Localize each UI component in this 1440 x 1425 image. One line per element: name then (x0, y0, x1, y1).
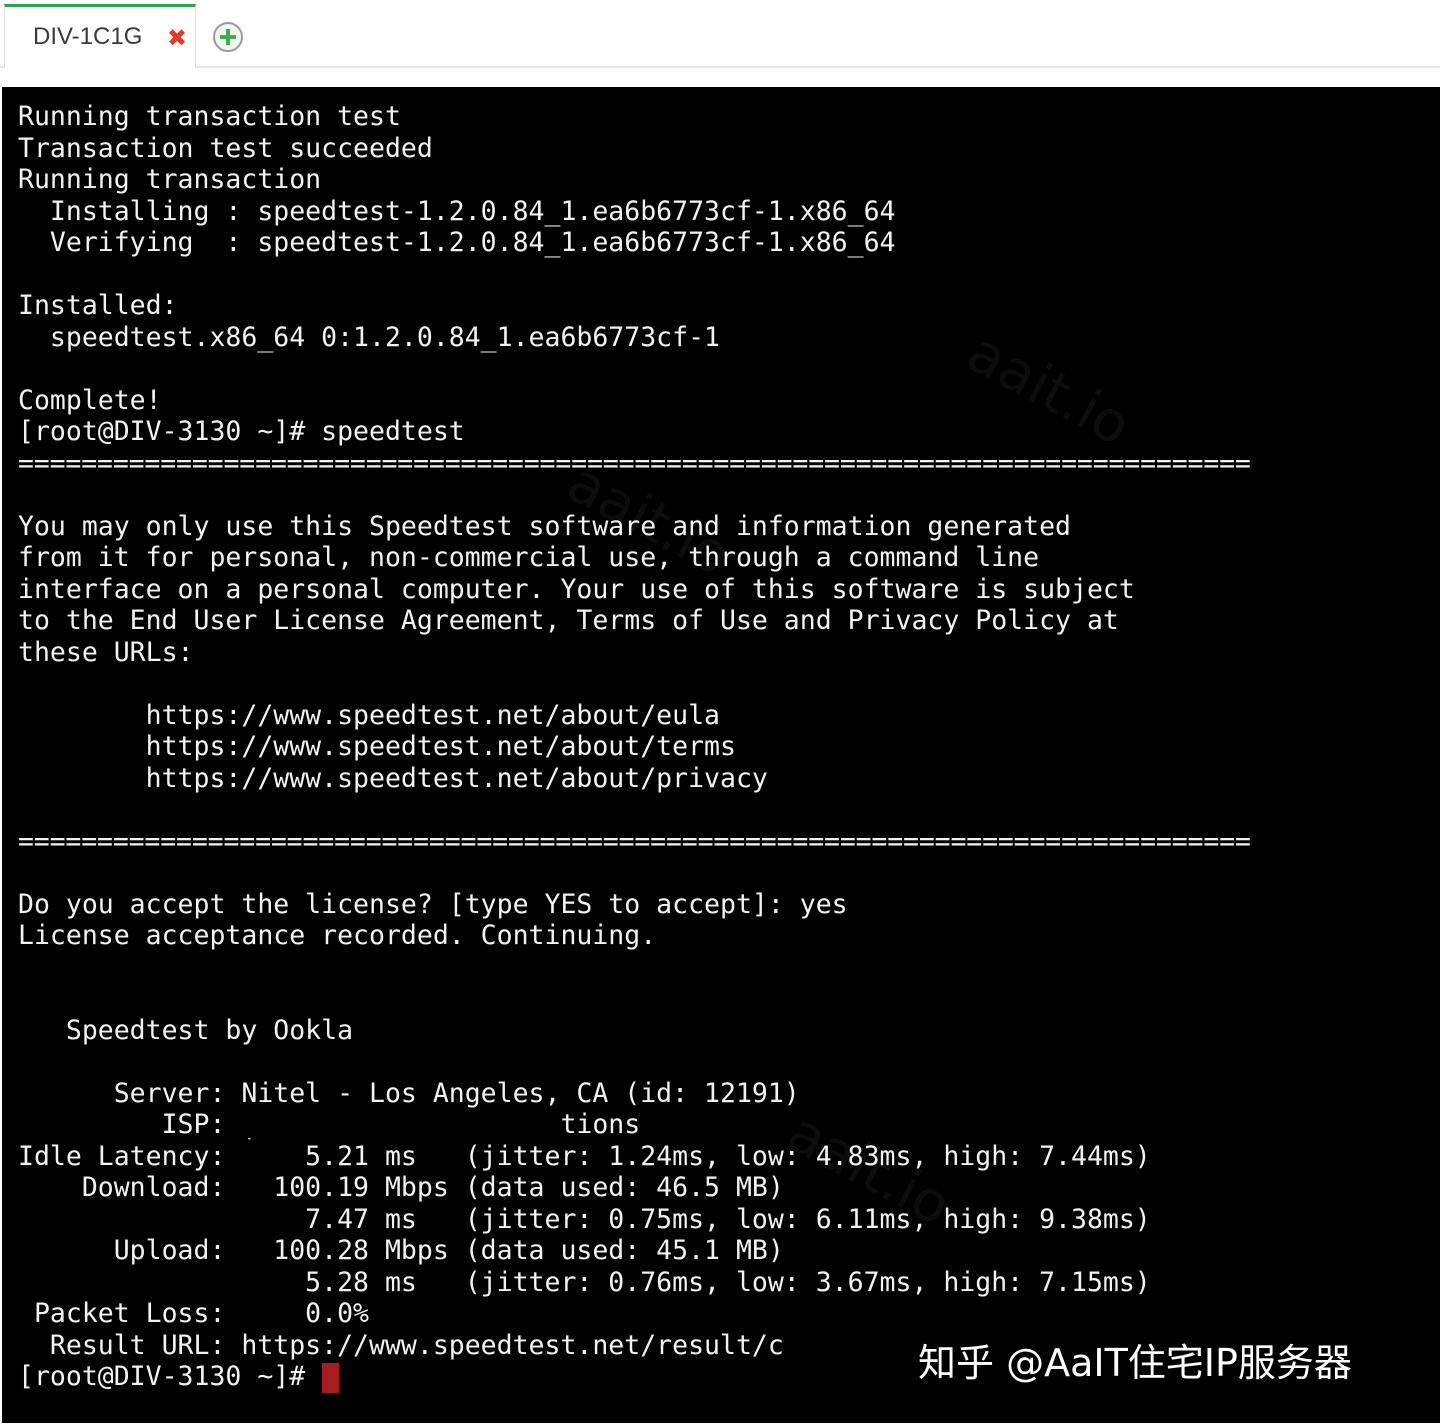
terminal-line: https://www.speedtest.net/about/eula (18, 700, 720, 731)
tab-div-1c1g[interactable]: DIV-1C1G ✖ (4, 4, 196, 68)
terminal-line: [root@DIV-3130 ~]# (18, 1361, 322, 1392)
watermark: aait.io (956, 320, 1141, 459)
terminal-line: Speedtest by Ookla (18, 1015, 354, 1046)
tab-bar: DIV-1C1G ✖ (0, 0, 1440, 68)
terminal-cursor (322, 1363, 339, 1393)
terminal-line: to the End User License Agreement, Terms… (18, 605, 1119, 636)
terminal-line: https://www.speedtest.net/about/privacy (18, 763, 768, 794)
terminal-line: License acceptance recorded. Continuing. (18, 920, 657, 951)
terminal-line: Installing : speedtest-1.2.0.84_1.ea6b67… (18, 196, 896, 227)
terminal-line: Do you accept the license? [type YES to … (18, 889, 848, 920)
terminal-line: from it for personal, non-commercial use… (18, 542, 1040, 573)
terminal-window[interactable]: aait.io aait.io aait.io Running transact… (2, 87, 1440, 1423)
terminal-line: Installed: (18, 290, 178, 321)
terminal-line: 7.47 ms (jitter: 0.75ms, low: 6.11ms, hi… (18, 1204, 1151, 1235)
terminal-line: Result URL: https://www.speedtest.net/re… (18, 1330, 784, 1361)
terminal-line: Download: 100.19 Mbps (data used: 46.5 M… (18, 1172, 784, 1203)
close-icon[interactable]: ✖ (165, 23, 189, 53)
terminal-line: speedtest.x86_64 0:1.2.0.84_1.ea6b6773cf… (18, 322, 720, 353)
terminal-line: ========================================… (18, 826, 1251, 857)
terminal-line: Transaction test succeeded (18, 133, 433, 164)
terminal-line: You may only use this Speedtest software… (18, 511, 1071, 542)
terminal-line: 5.28 ms (jitter: 0.76ms, low: 3.67ms, hi… (18, 1267, 1151, 1298)
terminal-line: Upload: 100.28 Mbps (data used: 45.1 MB) (18, 1235, 784, 1266)
terminal-line: Idle Latency: 5.21 ms (jitter: 1.24ms, l… (18, 1141, 1151, 1172)
plus-circle-icon[interactable] (211, 20, 245, 54)
terminal-line: https://www.speedtest.net/about/terms (18, 731, 736, 762)
terminal-line: ========================================… (18, 448, 1251, 479)
terminal-line: these URLs: (18, 637, 194, 668)
terminal-line: Running transaction test (18, 101, 401, 132)
terminal-line: Complete! (18, 385, 162, 416)
terminal-line: Verifying : speedtest-1.2.0.84_1.ea6b677… (18, 227, 896, 258)
redacted-isp-block (248, 1112, 536, 1138)
credit-overlay: 知乎 @AaIT住宅IP服务器 (918, 1341, 1352, 1385)
terminal-line: Server: Nitel - Los Angeles, CA (id: 121… (18, 1078, 800, 1109)
tab-label: DIV-1C1G (33, 23, 143, 50)
terminal-line: Running transaction (18, 164, 322, 195)
terminal-line: interface on a personal computer. Your u… (18, 574, 1135, 605)
terminal-line: [root@DIV-3130 ~]# speedtest (18, 416, 465, 447)
terminal-line: Packet Loss: 0.0% (18, 1298, 369, 1329)
